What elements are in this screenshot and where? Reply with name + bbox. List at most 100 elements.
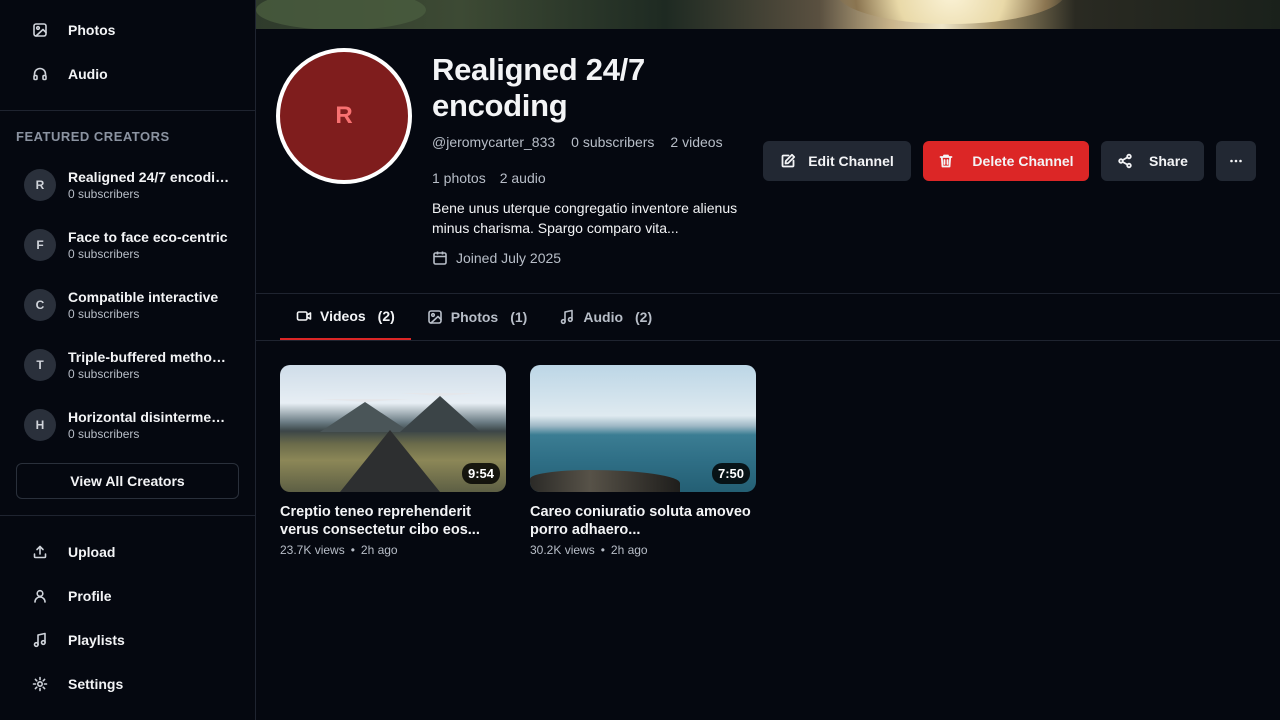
video-thumbnail[interactable]: 9:54: [280, 365, 506, 492]
video-duration: 7:50: [711, 463, 750, 484]
channel-avatar: R: [276, 48, 412, 184]
tab-label: Audio: [583, 309, 624, 325]
tabs-divider: [256, 340, 1280, 341]
trash-icon: [940, 154, 953, 168]
video-card[interactable]: 7:50 Careo coniuratio soluta amoveo porr…: [530, 365, 756, 557]
creator-subscribers: 0 subscribers: [68, 186, 140, 201]
creator-item[interactable]: T Triple-buffered methodology 0 subscrib…: [0, 335, 255, 395]
video-meta: 23.7K views • 2h ago: [280, 543, 506, 557]
tab-count: (2): [635, 309, 653, 325]
main-content: R Realigned 24/7 encoding @jeromycarter_…: [256, 0, 1280, 720]
creator-subscribers: 0 subscribers: [68, 306, 140, 321]
video-age: 2h ago: [360, 543, 398, 557]
tab-count: (2): [377, 308, 395, 324]
creator-subscribers: 0 subscribers: [68, 366, 140, 381]
video-thumbnail[interactable]: 7:50: [530, 365, 756, 492]
user-icon: [34, 589, 46, 603]
view-all-creators-button[interactable]: View All Creators: [16, 463, 239, 499]
photo-count: 1 photos: [432, 170, 486, 186]
sidebar: Photos Audio FEATURED CREATORS R Realign…: [0, 0, 256, 720]
creator-subscribers: 0 subscribers: [68, 426, 140, 441]
channel-description: Bene unus uterque congregatio inventore …: [432, 200, 738, 236]
creator-name: Triple-buffered methodology: [68, 348, 232, 365]
upload-icon: [33, 545, 47, 559]
share-icon: [1118, 153, 1132, 169]
creator-subscribers: 0 subscribers: [68, 246, 140, 261]
image-icon: [33, 23, 47, 37]
video-title[interactable]: Creptio teneo reprehenderit verus consec…: [280, 503, 506, 539]
channel-handle: @jeromycarter_833: [432, 134, 556, 150]
tab-audio[interactable]: Audio (2): [543, 294, 668, 340]
content-tabs: Videos (2) Photos (1) Audio (2): [280, 294, 668, 340]
sidebar-item-label: Settings: [68, 676, 124, 692]
channel-actions: Edit Channel Delete Channel Share: [763, 141, 1256, 181]
tab-label: Videos: [320, 308, 366, 324]
mountain-shape: [320, 399, 410, 432]
creator-name: Realigned 24/7 encoding: [68, 168, 232, 185]
creator-item[interactable]: C Compatible interactive 0 subscribers: [0, 275, 255, 335]
featured-creators-heading: FEATURED CREATORS: [16, 129, 170, 144]
app-root: Photos Audio FEATURED CREATORS R Realign…: [0, 0, 1280, 720]
featured-creators-list: R Realigned 24/7 encoding 0 subscribers …: [0, 155, 255, 455]
video-grid: 9:54 Creptio teneo reprehenderit verus c…: [280, 365, 756, 557]
road-shape: [340, 430, 440, 492]
avatar: C: [24, 289, 56, 321]
creator-item[interactable]: H Horizontal disintermediation 0 subscri…: [0, 395, 255, 455]
banner-leaf-shape: [256, 0, 426, 29]
video-card[interactable]: 9:54 Creptio teneo reprehenderit verus c…: [280, 365, 506, 557]
video-duration: 9:54: [461, 463, 500, 484]
share-label: Share: [1149, 153, 1188, 169]
audio-count: 2 audio: [499, 170, 546, 186]
sidebar-item-label: Profile: [68, 588, 112, 604]
creator-item[interactable]: F Face to face eco-centric 0 subscribers: [0, 215, 255, 275]
banner-flower-shape: [836, 0, 1066, 24]
edit-channel-label: Edit Channel: [808, 153, 894, 169]
rocks-shape: [530, 470, 680, 492]
sidebar-item-photos[interactable]: Photos: [0, 8, 255, 52]
sidebar-item-profile[interactable]: Profile: [0, 574, 255, 618]
more-horizontal-icon: [1230, 159, 1242, 163]
sidebar-item-playlists[interactable]: Playlists: [0, 618, 255, 662]
avatar: R: [24, 169, 56, 201]
headphones-icon: [33, 67, 47, 81]
video-age: 2h ago: [610, 543, 648, 557]
sidebar-item-label: Photos: [68, 22, 116, 38]
avatar: H: [24, 409, 56, 441]
video-title[interactable]: Careo coniuratio soluta amoveo porro adh…: [530, 503, 756, 539]
sidebar-top-nav: Photos Audio: [0, 8, 255, 96]
video-views: 23.7K views: [280, 543, 345, 557]
channel-banner: [256, 0, 1280, 29]
sidebar-item-label: Playlists: [68, 632, 125, 648]
channel-stats: @jeromycarter_833 0 subscribers 2 videos: [432, 134, 723, 150]
gear-icon: [32, 676, 48, 692]
video-icon: [296, 311, 312, 321]
avatar: T: [24, 349, 56, 381]
delete-channel-button[interactable]: Delete Channel: [923, 141, 1089, 181]
calendar-icon: [433, 251, 447, 265]
video-views: 30.2K views: [530, 543, 595, 557]
more-options-button[interactable]: [1216, 141, 1256, 181]
tab-photos[interactable]: Photos (1): [411, 294, 544, 340]
share-button[interactable]: Share: [1101, 141, 1204, 181]
tab-label: Photos: [450, 309, 499, 325]
delete-channel-label: Delete Channel: [972, 153, 1074, 169]
meta-separator: •: [600, 543, 605, 557]
edit-channel-button[interactable]: Edit Channel: [763, 141, 911, 181]
sidebar-item-audio[interactable]: Audio: [0, 52, 255, 96]
tab-count: (1): [510, 309, 528, 325]
sidebar-item-label: Upload: [68, 544, 116, 560]
music-note-icon: [33, 632, 46, 648]
joined-date: Joined July 2025: [432, 250, 561, 266]
creator-name: Face to face eco-centric: [68, 228, 228, 245]
tab-videos[interactable]: Videos (2): [280, 294, 411, 340]
video-count: 2 videos: [670, 134, 723, 150]
sidebar-item-upload[interactable]: Upload: [0, 530, 255, 574]
channel-stats-secondary: 1 photos 2 audio: [432, 170, 546, 186]
sidebar-item-settings[interactable]: Settings: [0, 662, 255, 706]
creator-name: Compatible interactive: [68, 288, 219, 305]
creator-name: Horizontal disintermediation: [68, 408, 232, 425]
avatar: F: [24, 229, 56, 261]
joined-text: Joined July 2025: [456, 250, 562, 266]
meta-separator: •: [350, 543, 355, 557]
creator-item[interactable]: R Realigned 24/7 encoding 0 subscribers: [0, 155, 255, 215]
